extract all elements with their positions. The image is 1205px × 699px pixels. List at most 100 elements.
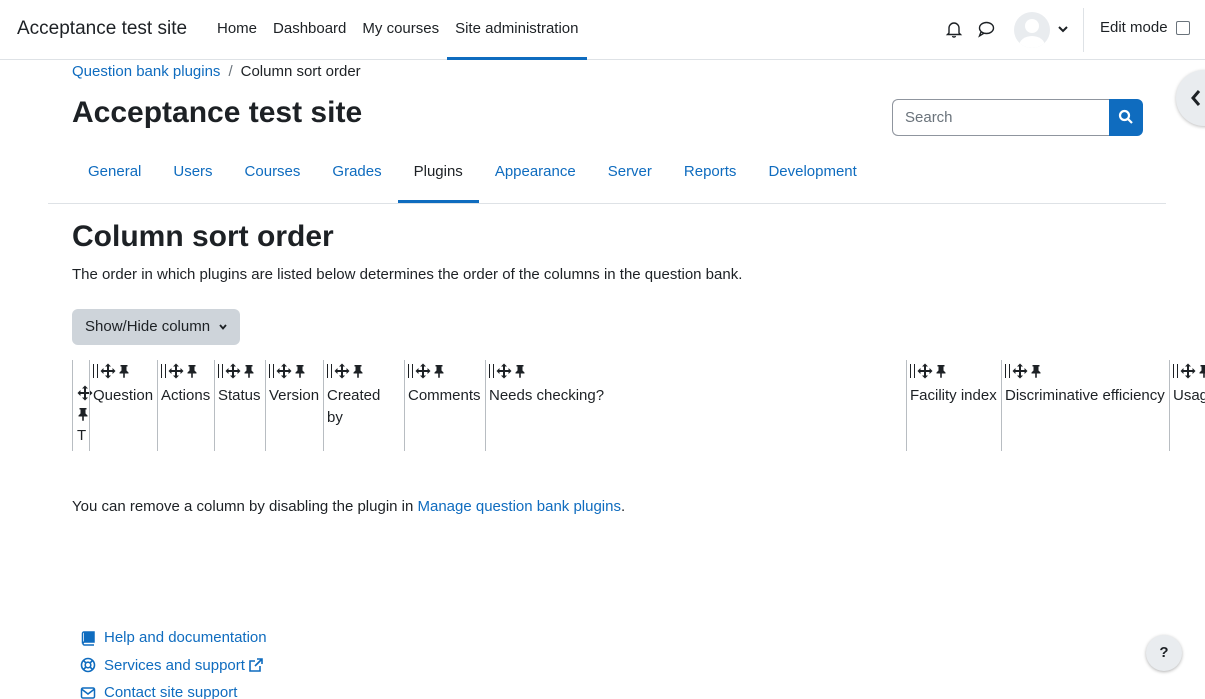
site-brand[interactable]: Acceptance test site: [17, 18, 187, 40]
move-icon[interactable]: [100, 363, 116, 379]
pin-icon[interactable]: [935, 364, 947, 378]
tab-reports[interactable]: Reports: [668, 143, 753, 203]
tab-grades[interactable]: Grades: [316, 143, 397, 203]
column-header: T: [72, 360, 93, 451]
manage-question-bank-plugins-link[interactable]: Manage question bank plugins: [418, 498, 621, 515]
column-label: Version: [269, 387, 320, 404]
tab-server[interactable]: Server: [592, 143, 668, 203]
column-header[interactable]: Needs checking?: [485, 360, 906, 451]
move-icon[interactable]: [168, 363, 184, 379]
notifications-bell-icon[interactable]: [945, 20, 963, 38]
move-icon[interactable]: [415, 363, 431, 379]
footer-services-link[interactable]: Services and support: [80, 652, 272, 680]
move-icon[interactable]: [334, 363, 350, 379]
pin-icon[interactable]: [433, 364, 445, 378]
chevron-down-icon[interactable]: [1056, 22, 1070, 36]
footer-services-label: Services and support: [104, 656, 245, 674]
search-form: [892, 99, 1143, 136]
secondary-nav-divider: [48, 203, 1166, 204]
column-label: Usag: [1173, 387, 1205, 404]
messages-chat-icon[interactable]: [977, 20, 995, 38]
edit-mode-toggle[interactable]: [1176, 21, 1190, 35]
nav-dashboard[interactable]: Dashboard: [265, 0, 354, 60]
tab-plugins[interactable]: Plugins: [397, 143, 480, 203]
column-label: Created by: [327, 387, 381, 426]
resize-grip-icon[interactable]: [269, 364, 274, 378]
footer-help-link[interactable]: Help and documentation: [80, 624, 272, 652]
navbar-divider: [1083, 8, 1084, 52]
lifebuoy-icon: [80, 657, 96, 673]
edit-mode-label: Edit mode: [1100, 19, 1168, 36]
tab-courses[interactable]: Courses: [229, 143, 317, 203]
move-icon[interactable]: [1180, 363, 1196, 379]
column-handles: [1005, 363, 1042, 379]
column-handles: [910, 363, 947, 379]
column-handles: [327, 363, 364, 379]
search-input[interactable]: [892, 99, 1110, 136]
resize-grip-icon[interactable]: [327, 364, 332, 378]
column-handles: [408, 363, 445, 379]
chevron-down-icon: [219, 324, 227, 330]
pin-icon[interactable]: [352, 364, 364, 378]
column-header[interactable]: Version: [265, 360, 323, 451]
pin-icon[interactable]: [186, 364, 198, 378]
page-description: The order in which plugins are listed be…: [72, 266, 743, 283]
nav-site-administration[interactable]: Site administration: [447, 0, 587, 60]
footer-help-label: Help and documentation: [104, 629, 267, 647]
breadcrumb-separator: /: [228, 63, 233, 80]
nav-my-courses[interactable]: My courses: [354, 0, 447, 60]
column-header[interactable]: Discriminative efficiency: [1001, 360, 1169, 451]
search-button[interactable]: [1109, 99, 1143, 136]
top-navbar: Acceptance test site Home Dashboard My c…: [0, 0, 1205, 60]
tab-users[interactable]: Users: [157, 143, 228, 203]
nav-home[interactable]: Home: [209, 0, 265, 60]
pin-icon[interactable]: [77, 407, 89, 421]
column-label: Actions: [161, 387, 211, 404]
move-icon[interactable]: [496, 363, 512, 379]
pin-icon[interactable]: [1030, 364, 1042, 378]
resize-grip-icon[interactable]: [161, 364, 166, 378]
tab-development[interactable]: Development: [752, 143, 872, 203]
secondary-navigation: General Users Courses Grades Plugins App…: [72, 143, 873, 203]
page-header-title: Acceptance test site: [72, 96, 363, 129]
resize-grip-icon[interactable]: [489, 364, 494, 378]
pin-icon[interactable]: [243, 364, 255, 378]
column-label: T: [77, 427, 87, 444]
column-header[interactable]: Actions: [157, 360, 214, 451]
block-drawer-toggle[interactable]: [1176, 70, 1205, 126]
breadcrumb-question-bank-plugins[interactable]: Question bank plugins: [72, 63, 220, 80]
move-icon[interactable]: [917, 363, 933, 379]
tab-general[interactable]: General: [72, 143, 157, 203]
help-button[interactable]: ?: [1146, 635, 1182, 671]
remove-note-suffix: .: [620, 498, 626, 515]
resize-grip-icon[interactable]: [1005, 364, 1010, 378]
column-header[interactable]: Comments: [404, 360, 485, 451]
pin-icon[interactable]: [514, 364, 526, 378]
column-sort-list: T Question Actions Status Version Created by…: [72, 360, 1205, 451]
move-icon[interactable]: [225, 363, 241, 379]
column-handles: [1173, 363, 1205, 379]
resize-grip-icon[interactable]: [1173, 364, 1178, 378]
breadcrumb: Question bank plugins / Column sort orde…: [72, 63, 361, 80]
column-header[interactable]: Created by: [323, 360, 404, 451]
column-header[interactable]: Usag: [1169, 360, 1205, 451]
move-icon[interactable]: [276, 363, 292, 379]
user-avatar[interactable]: [1014, 12, 1050, 48]
move-icon[interactable]: [1012, 363, 1028, 379]
column-header[interactable]: Status: [214, 360, 265, 451]
chevron-left-icon: [1191, 90, 1201, 106]
search-icon: [1118, 109, 1133, 124]
show-hide-column-label: Show/Hide column: [85, 318, 211, 335]
pin-icon[interactable]: [1198, 364, 1205, 378]
resize-grip-icon[interactable]: [408, 364, 413, 378]
resize-grip-icon[interactable]: [910, 364, 915, 378]
resize-grip-icon[interactable]: [93, 364, 98, 378]
resize-grip-icon[interactable]: [218, 364, 223, 378]
footer-contact-link[interactable]: Contact site support: [80, 679, 272, 699]
show-hide-column-button[interactable]: Show/Hide column: [72, 309, 240, 345]
column-header[interactable]: Question: [89, 360, 157, 451]
column-header[interactable]: Facility index: [906, 360, 1001, 451]
tab-appearance[interactable]: Appearance: [479, 143, 592, 203]
pin-icon[interactable]: [118, 364, 130, 378]
pin-icon[interactable]: [294, 364, 306, 378]
